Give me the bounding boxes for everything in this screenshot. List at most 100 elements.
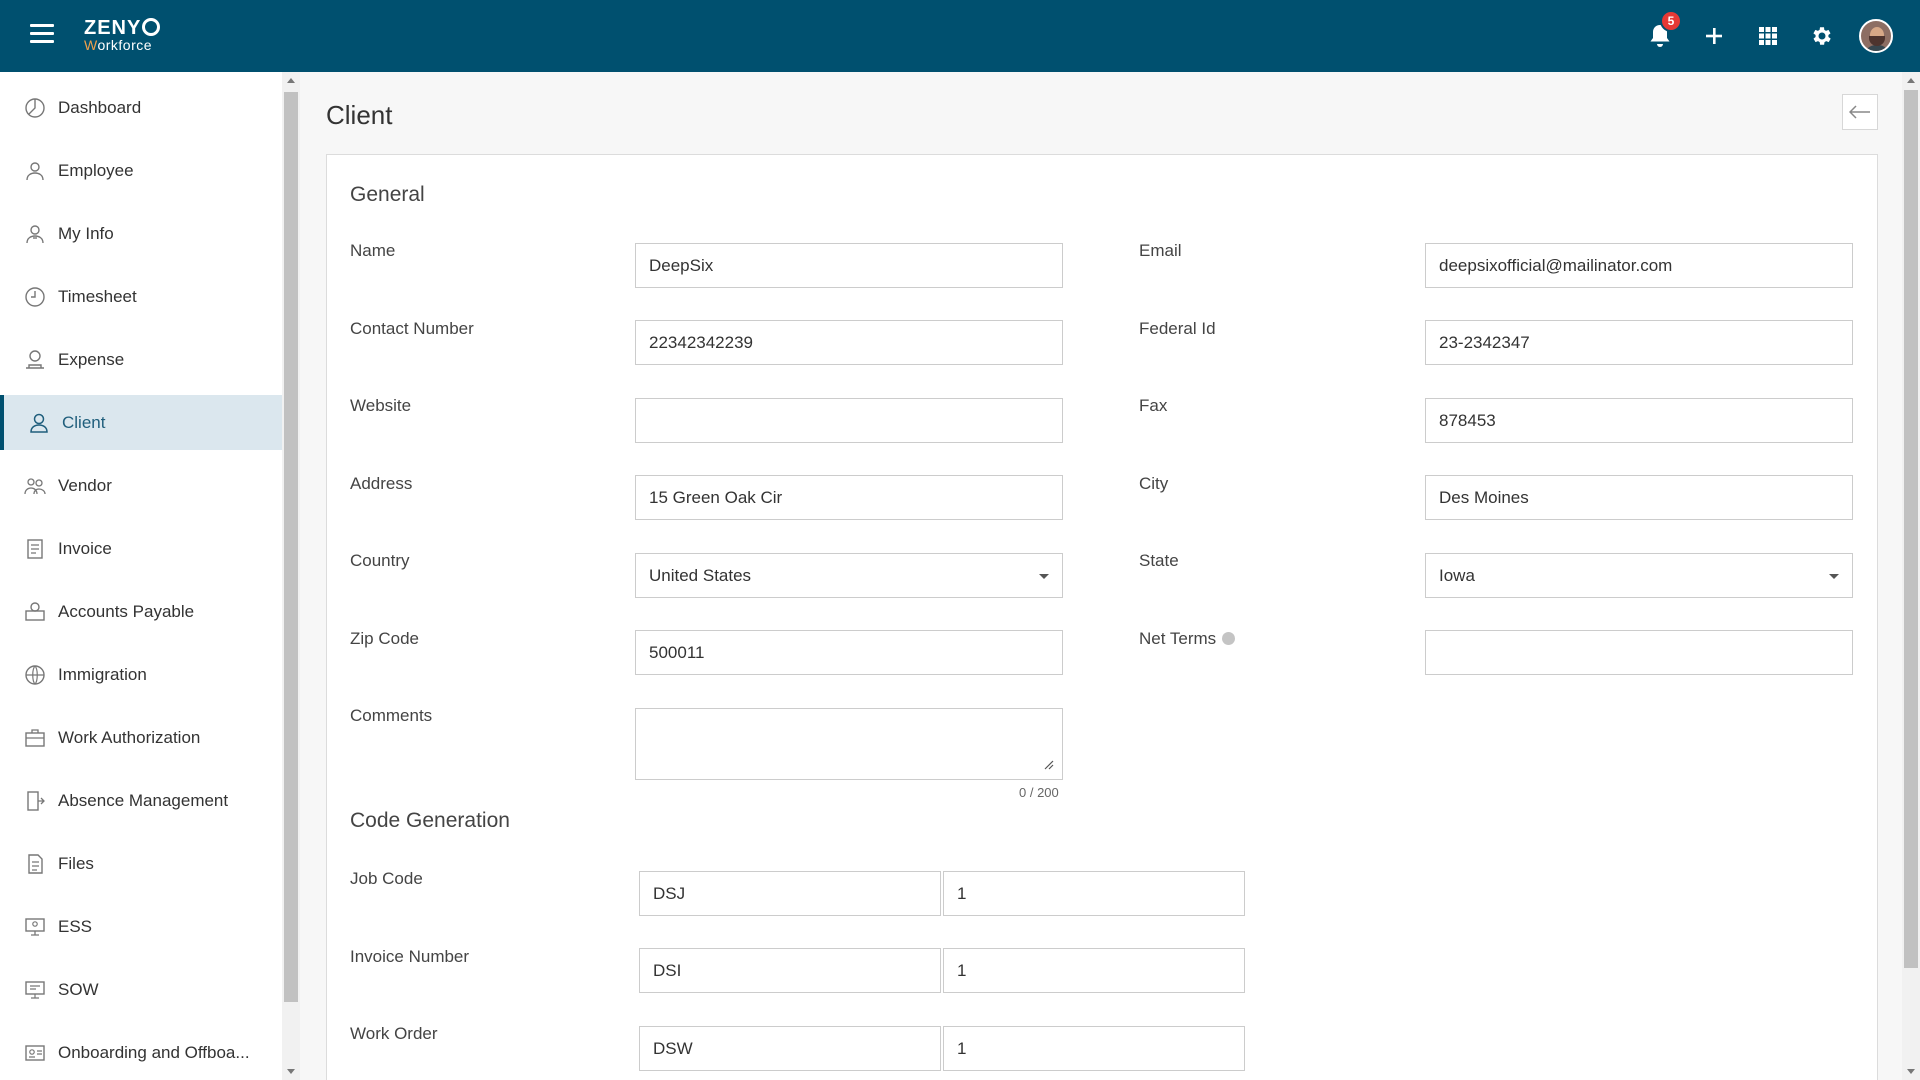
my-info-icon: [24, 223, 46, 245]
info-icon[interactable]: [1222, 632, 1236, 645]
city-input[interactable]: [1425, 475, 1853, 520]
invoice-icon: [24, 538, 46, 560]
top-header: ZENY Workforce 5: [0, 0, 1920, 72]
job-code-prefix-input[interactable]: [639, 871, 941, 916]
accounts-payable-icon: [24, 601, 46, 623]
clock-icon: [24, 286, 46, 308]
gear-icon[interactable]: [1802, 16, 1842, 56]
section-title-general: General: [350, 183, 425, 206]
address-label: Address: [350, 474, 413, 493]
email-label: Email: [1139, 241, 1182, 260]
menu-icon[interactable]: [30, 24, 58, 48]
back-button[interactable]: [1842, 94, 1878, 130]
sidebar-item-label: Immigration: [58, 664, 147, 684]
federal-id-label: Federal Id: [1139, 319, 1216, 338]
user-avatar[interactable]: [1856, 16, 1896, 56]
state-label: State: [1139, 551, 1179, 570]
name-label: Name: [350, 241, 396, 260]
sidebar-item-immigration[interactable]: Immigration: [0, 647, 282, 702]
sidebar-item-label: Files: [58, 853, 94, 873]
comments-label: Comments: [350, 706, 433, 725]
sidebar-item-work-authorization[interactable]: Work Authorization: [0, 710, 282, 765]
address-input[interactable]: [635, 475, 1063, 520]
sidebar-item-label: SOW: [58, 979, 99, 999]
comments-textarea[interactable]: [635, 708, 1063, 780]
vendor-icon: [24, 475, 46, 497]
sidebar-item-label: Absence Management: [58, 790, 229, 810]
bell-icon[interactable]: 5: [1640, 10, 1682, 56]
work-order-prefix-input[interactable]: [639, 1026, 941, 1071]
fax-input[interactable]: [1425, 398, 1853, 443]
sow-icon: [24, 979, 46, 1001]
sidebar-item-label: Timesheet: [58, 286, 137, 306]
ess-icon: [24, 916, 46, 938]
country-selected-value: United States: [649, 565, 752, 585]
section-title-code-generation: Code Generation: [350, 809, 510, 832]
chevron-down-icon: [1039, 574, 1049, 579]
notification-badge: 5: [1660, 10, 1682, 32]
resize-handle-icon[interactable]: [1044, 760, 1054, 770]
sidebar-item-accounts-payable[interactable]: Accounts Payable: [0, 584, 282, 639]
contact-number-input[interactable]: [635, 320, 1063, 365]
page-title: Client: [326, 100, 393, 130]
website-label: Website: [350, 396, 412, 415]
client-icon: [28, 412, 50, 434]
job-code-label: Job Code: [350, 869, 423, 888]
sidebar-item-onboarding-and-offboa[interactable]: Onboarding and Offboa...: [0, 1025, 282, 1080]
work-order-label: Work Order: [350, 1024, 438, 1043]
country-label: Country: [350, 551, 410, 570]
id-card-icon: [24, 1042, 46, 1064]
sidebar-item-label: Vendor: [58, 475, 112, 495]
sidebar-item-client[interactable]: Client: [0, 395, 282, 450]
briefcase-icon: [24, 727, 46, 749]
expense-icon: [24, 349, 46, 371]
main-content: Client General Name Email Contact Number…: [302, 72, 1898, 1080]
sidebar-item-label: Accounts Payable: [58, 601, 195, 621]
sidebar-item-expense[interactable]: Expense: [0, 332, 282, 387]
employee-icon: [24, 160, 46, 182]
net-terms-input[interactable]: [1425, 630, 1853, 675]
invoice-number-input[interactable]: [943, 948, 1245, 993]
sidebar-item-timesheet[interactable]: Timesheet: [0, 269, 282, 324]
city-label: City: [1139, 474, 1169, 493]
job-code-number-input[interactable]: [943, 871, 1245, 916]
globe-icon: [24, 664, 46, 686]
main-scrollbar[interactable]: [1902, 72, 1920, 1080]
door-icon: [24, 790, 46, 812]
zip-code-input[interactable]: [635, 630, 1063, 675]
sidebar-item-label: My Info: [58, 223, 114, 243]
sidebar-item-dashboard[interactable]: Dashboard: [0, 80, 282, 135]
sidebar-scrollbar[interactable]: [282, 72, 300, 1080]
sidebar-item-my-info[interactable]: My Info: [0, 206, 282, 261]
country-select[interactable]: United States: [635, 553, 1063, 598]
name-input[interactable]: [635, 243, 1063, 288]
client-form-card: General Name Email Contact Number Federa…: [326, 154, 1878, 1080]
chevron-down-icon: [1829, 574, 1839, 579]
email-input[interactable]: [1425, 243, 1853, 288]
sidebar-item-vendor[interactable]: Vendor: [0, 458, 282, 513]
app-logo[interactable]: ZENY Workforce: [84, 18, 161, 52]
plus-icon[interactable]: [1694, 16, 1734, 56]
sidebar-item-ess[interactable]: ESS: [0, 899, 282, 954]
work-order-number-input[interactable]: [943, 1026, 1245, 1071]
sidebar-item-sow[interactable]: SOW: [0, 962, 282, 1017]
arrow-left-icon: [1849, 105, 1870, 119]
apps-grid-icon[interactable]: [1748, 16, 1788, 56]
sidebar-item-label: Employee: [58, 160, 134, 180]
website-input[interactable]: [635, 398, 1063, 443]
invoice-prefix-input[interactable]: [639, 948, 941, 993]
sidebar-item-label: Work Authorization: [58, 727, 201, 747]
comments-counter: 0 / 200: [1019, 785, 1059, 800]
sidebar-item-employee[interactable]: Employee: [0, 143, 282, 198]
federal-id-input[interactable]: [1425, 320, 1853, 365]
state-select[interactable]: Iowa: [1425, 553, 1853, 598]
file-icon: [24, 853, 46, 875]
sidebar-item-files[interactable]: Files: [0, 836, 282, 891]
contact-number-label: Contact Number: [350, 319, 474, 338]
zip-code-label: Zip Code: [350, 629, 419, 648]
sidebar-item-absence-management[interactable]: Absence Management: [0, 773, 282, 828]
sidebar-item-label: Dashboard: [58, 97, 142, 117]
sidebar-item-label: Invoice: [58, 538, 112, 558]
sidebar-item-label: Expense: [58, 349, 125, 369]
sidebar-item-invoice[interactable]: Invoice: [0, 521, 282, 576]
